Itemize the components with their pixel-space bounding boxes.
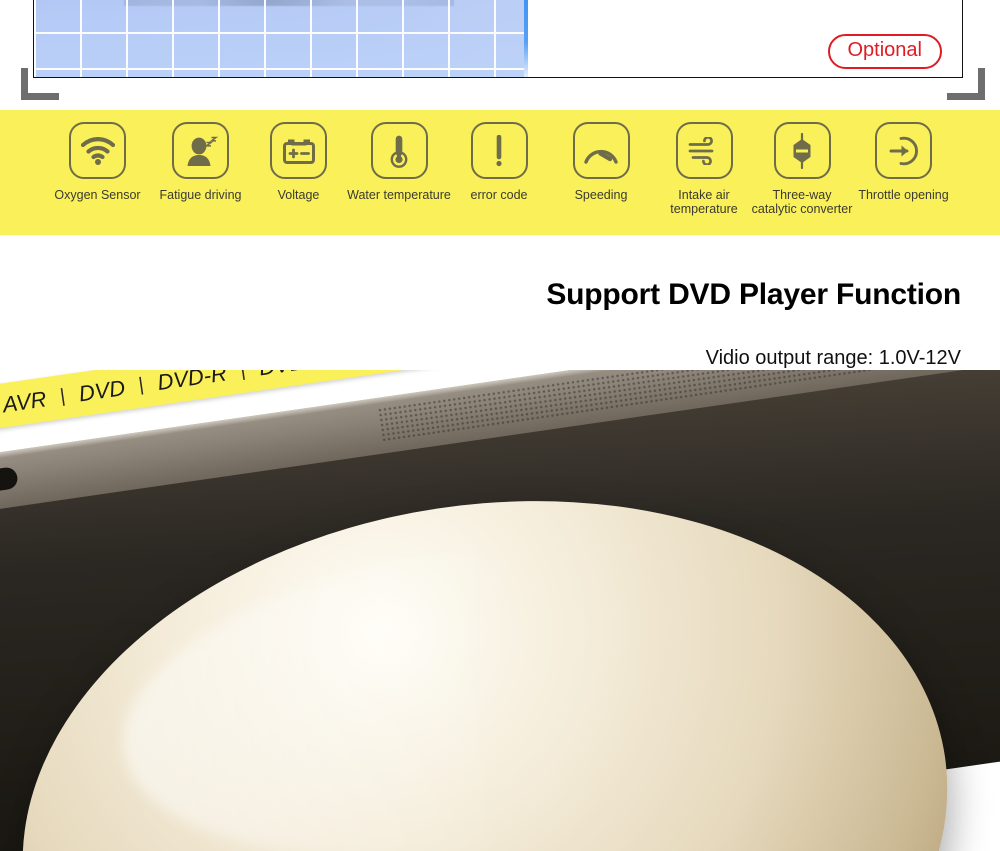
format-separator: | (58, 385, 67, 408)
catalytic-converter-icon (773, 122, 831, 179)
dvd-drive-photo: 52x T is bu Niewe AVR|DVD|DVD-R|DVD-RW|V… (0, 370, 1000, 851)
feature-item-error-code[interactable]: error code (444, 122, 554, 203)
format-separator: | (137, 374, 146, 396)
feature-label: Oxygen Sensor (54, 188, 141, 202)
feature-item-throttle-opening[interactable]: Throttle opening (846, 122, 961, 203)
car-battery-icon (270, 122, 327, 179)
format-separator: | (238, 370, 247, 382)
format-label-dvd-r: DVD-R (155, 370, 229, 396)
sleeping-person-icon (172, 122, 229, 179)
feature-item-three-way-catalytic-converter[interactable]: Three-way catalytic converter (743, 122, 861, 216)
product-photo-frame: Optional (33, 0, 963, 78)
top-product-panel: Optional (0, 0, 1000, 110)
wifi-signal-icon (69, 122, 126, 179)
blue-vertical-divider (524, 0, 528, 77)
corner-bracket-bottom-right (947, 68, 985, 100)
grid-lines (34, 0, 524, 77)
feature-label: Three-way catalytic converter (751, 188, 853, 216)
format-label-avr: AVR (0, 386, 49, 418)
feature-icon-bar: Oxygen Sensor Fatigue driving Voltage Wa… (0, 110, 1000, 235)
throttle-arrow-icon (875, 122, 932, 179)
speedometer-icon (572, 122, 630, 179)
optional-badge: Optional (827, 34, 942, 69)
blue-grid-background (34, 0, 524, 77)
tray-eject-slot (0, 466, 19, 493)
format-label-dvd-rw: DVD-RW (257, 370, 350, 381)
feature-item-oxygen-sensor[interactable]: Oxygen Sensor (40, 122, 155, 203)
feature-label: Throttle opening (858, 188, 949, 202)
format-label-dvd: DVD (77, 375, 127, 407)
feature-item-speeding[interactable]: Speeding (545, 122, 657, 203)
feature-label: Speeding (574, 188, 628, 202)
feature-label: error code (470, 188, 528, 202)
thermometer-icon (370, 122, 428, 179)
wind-lines-icon (675, 122, 733, 179)
spec-line-video-output: Vidio output range: 1.0V-12V (705, 347, 961, 369)
exclamation-mark-icon (470, 122, 528, 179)
page-title: Support DVD Player Function (546, 278, 961, 311)
corner-bracket-bottom-left (21, 68, 59, 100)
